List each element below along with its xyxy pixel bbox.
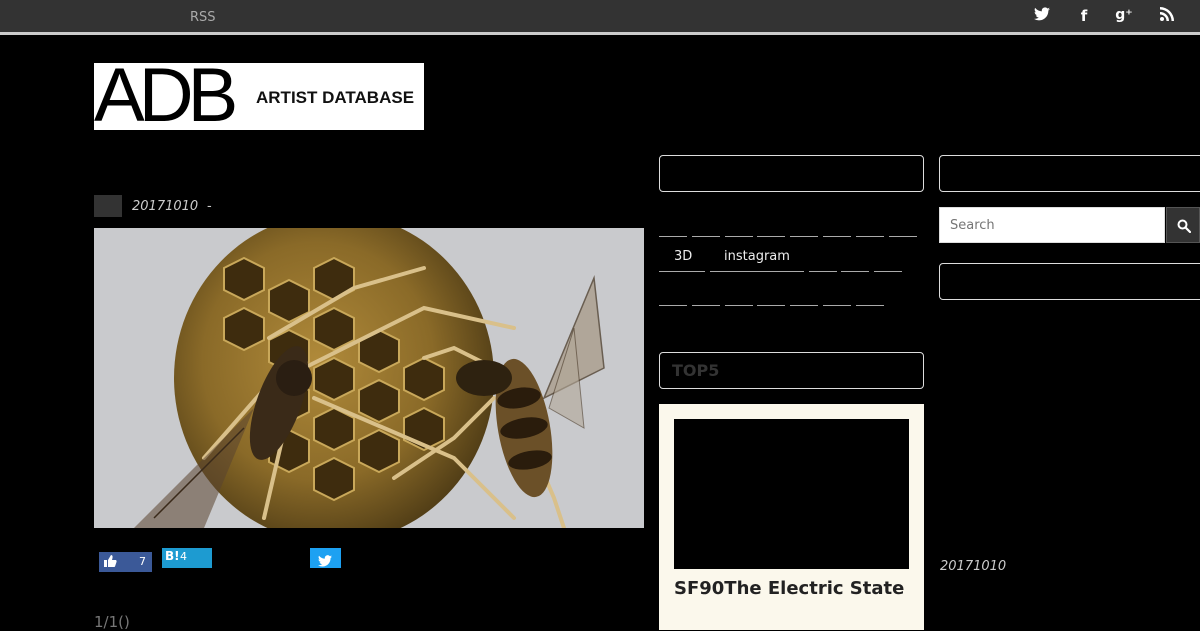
like-count: 7: [139, 555, 146, 568]
hatena-icon: B!: [165, 549, 180, 563]
tag-link[interactable]: [659, 236, 687, 237]
right-widget-header: [939, 155, 1200, 192]
search-icon: [1177, 218, 1192, 237]
rss-link[interactable]: RSS: [190, 10, 216, 25]
google-plus-icon[interactable]: g⁺: [1113, 7, 1135, 27]
tag-link[interactable]: [841, 271, 869, 272]
site-logo[interactable]: ADB ARTIST DATABASE: [94, 57, 424, 135]
tag-link[interactable]: [856, 305, 884, 306]
facebook-icon[interactable]: f: [1073, 7, 1095, 27]
pagination: 1/1(): [94, 613, 130, 631]
featured-image[interactable]: [94, 228, 644, 528]
side-post-date: 20171010: [940, 559, 1007, 574]
tag-link[interactable]: [823, 305, 851, 306]
top-bar: RSS f g⁺: [0, 0, 1200, 35]
search-input[interactable]: [939, 207, 1165, 243]
tag-link[interactable]: [725, 305, 753, 306]
top-post-thumbnail[interactable]: [674, 419, 909, 569]
twitter-share-button[interactable]: [310, 548, 341, 568]
top-post-title[interactable]: SF90The Electric State: [674, 578, 909, 599]
twitter-icon: [318, 552, 332, 571]
tag-link[interactable]: [659, 305, 687, 306]
tag-link[interactable]: [874, 271, 902, 272]
tag-instagram[interactable]: instagram: [724, 249, 790, 264]
hatena-bookmark-button[interactable]: B! 4: [162, 548, 212, 568]
right-widget-header-2: [939, 263, 1200, 300]
category-badge[interactable]: [94, 195, 122, 217]
hatena-count: 4: [180, 550, 187, 563]
sidebar-widget-header: [659, 155, 924, 192]
top5-title: TOP5: [672, 361, 720, 380]
tag-3d[interactable]: 3D: [674, 249, 692, 264]
tag-link[interactable]: [692, 305, 720, 306]
tag-link[interactable]: [725, 236, 753, 237]
tag-link[interactable]: [790, 236, 818, 237]
search-button[interactable]: [1166, 207, 1200, 243]
rss-icon[interactable]: [1156, 7, 1178, 27]
facebook-like-button[interactable]: 7: [99, 552, 152, 572]
tag-link[interactable]: [809, 271, 837, 272]
top-post-card[interactable]: SF90The Electric State: [659, 404, 924, 630]
twitter-icon[interactable]: [1031, 7, 1053, 27]
tag-link[interactable]: [757, 236, 785, 237]
tag-link[interactable]: [757, 305, 785, 306]
tag-underline: [710, 271, 804, 272]
tag-link[interactable]: [790, 305, 818, 306]
tag-underline: [659, 271, 705, 272]
post-date-separator: -: [207, 199, 212, 214]
thumbs-up-icon: [104, 555, 117, 570]
tag-link[interactable]: [692, 236, 720, 237]
tag-link[interactable]: [856, 236, 884, 237]
post-date: 20171010: [132, 199, 199, 214]
logo-mark: ADB: [94, 53, 238, 138]
tag-link[interactable]: [823, 236, 851, 237]
tag-link[interactable]: [889, 236, 917, 237]
logo-subtitle: ARTIST DATABASE: [256, 88, 415, 107]
